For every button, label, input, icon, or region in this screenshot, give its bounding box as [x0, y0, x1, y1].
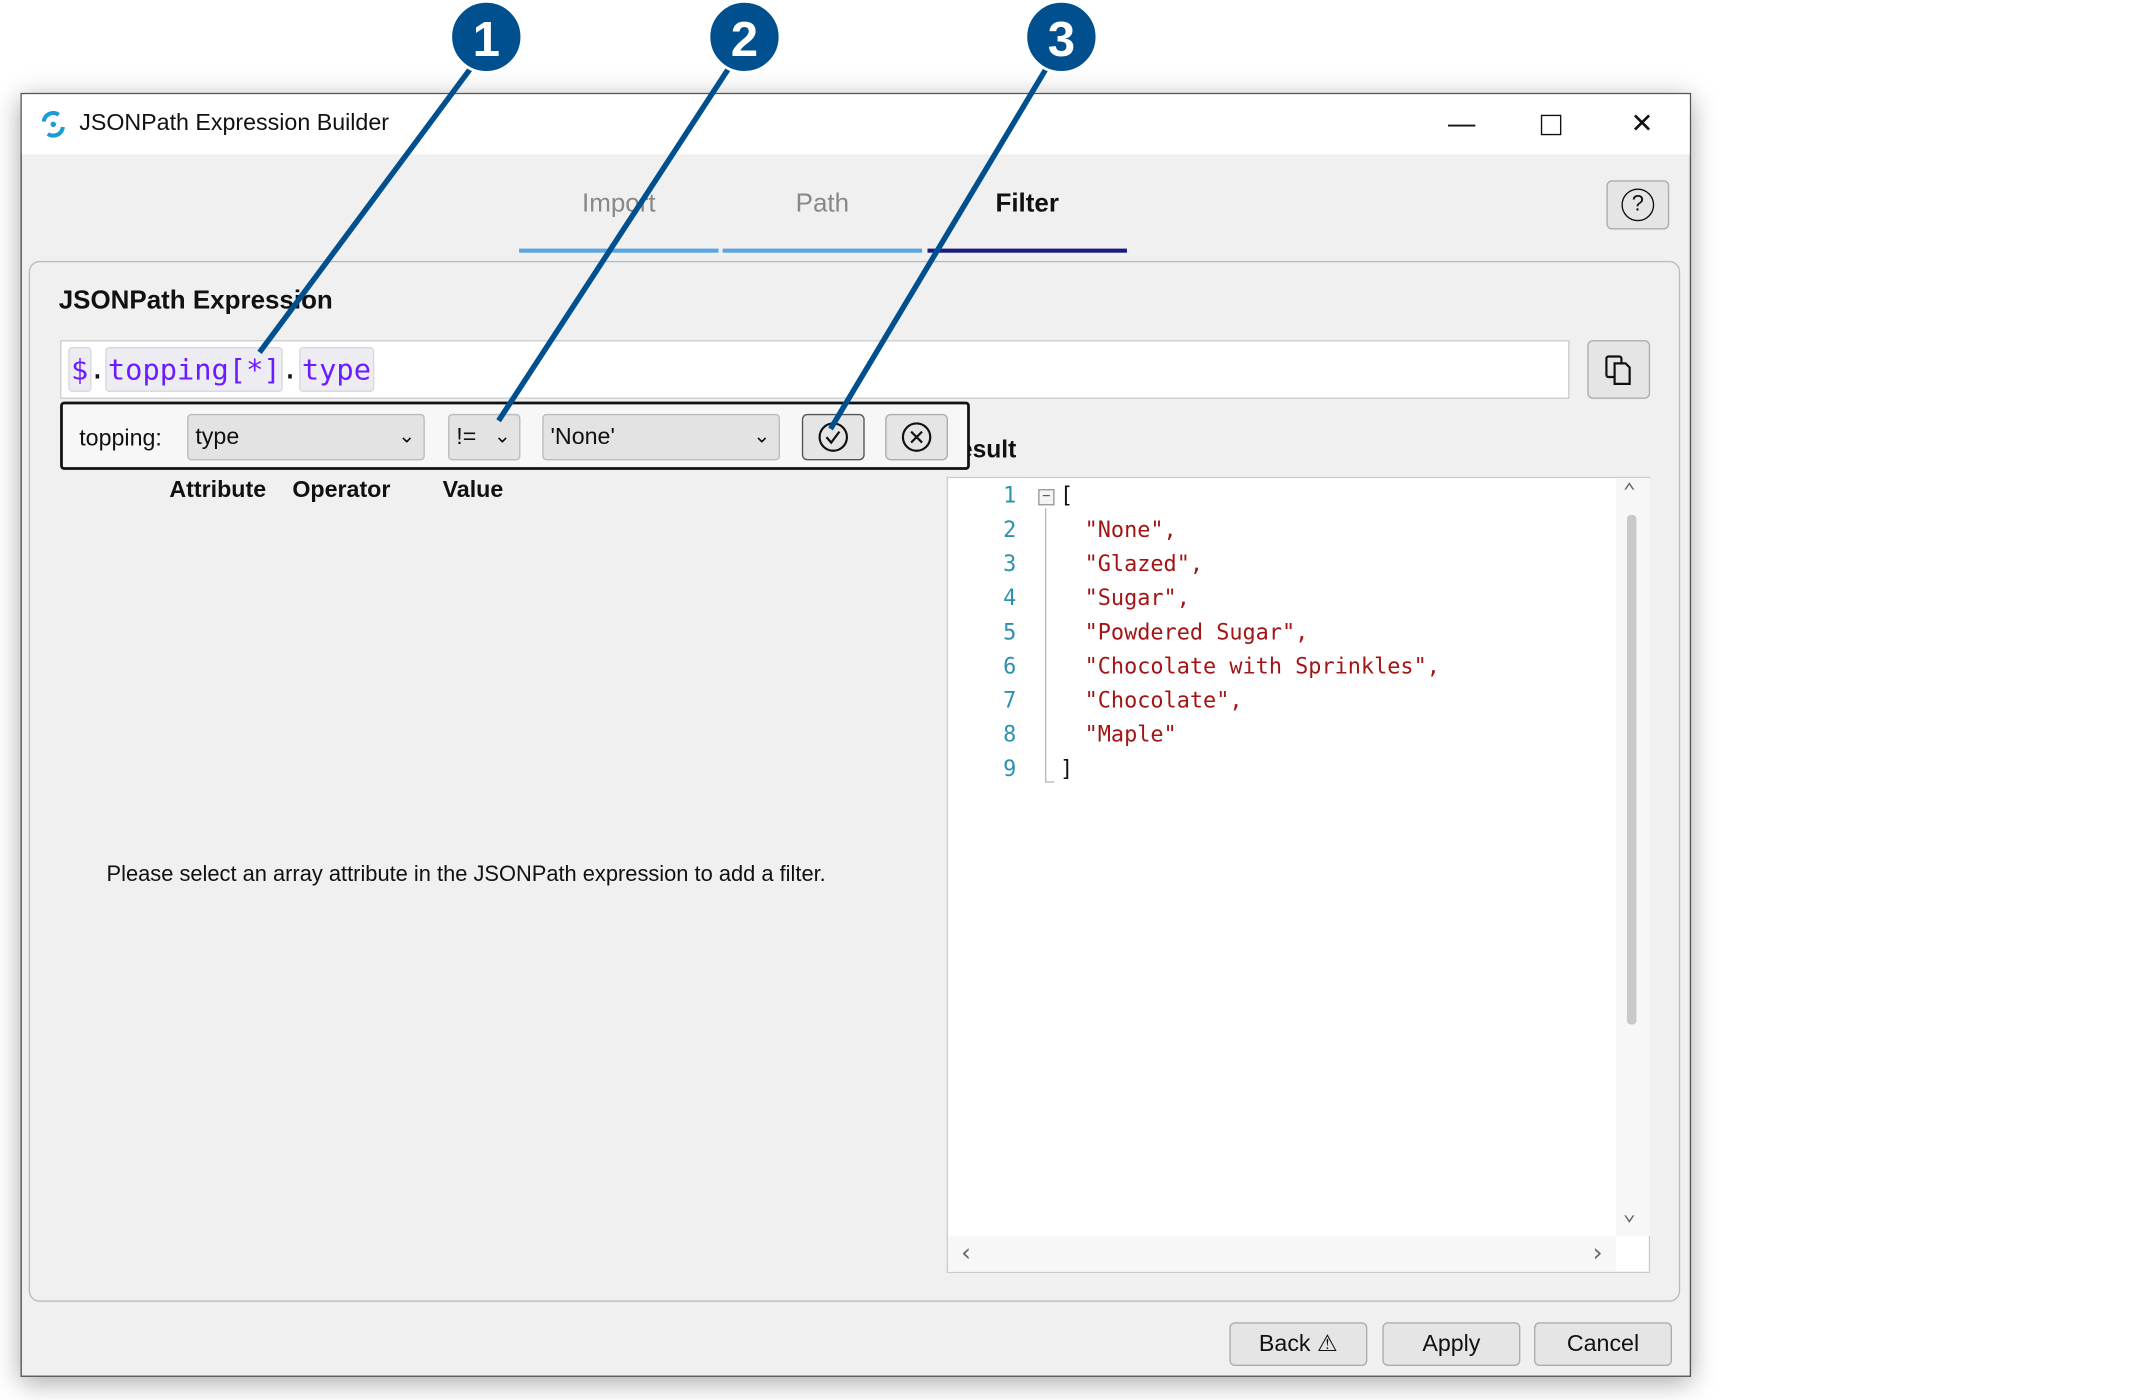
callout-2: 2 — [707, 0, 782, 74]
callout-line-1 — [257, 53, 484, 355]
callout-line-3 — [828, 53, 1057, 431]
callout-line-2 — [496, 53, 740, 423]
callout-1: 1 — [449, 0, 524, 74]
callout-3: 3 — [1024, 0, 1099, 74]
screenshot: JSONPath Expression Builder — ✕ Import P… — [0, 0, 2142, 1400]
callout-lines — [257, 53, 1057, 431]
